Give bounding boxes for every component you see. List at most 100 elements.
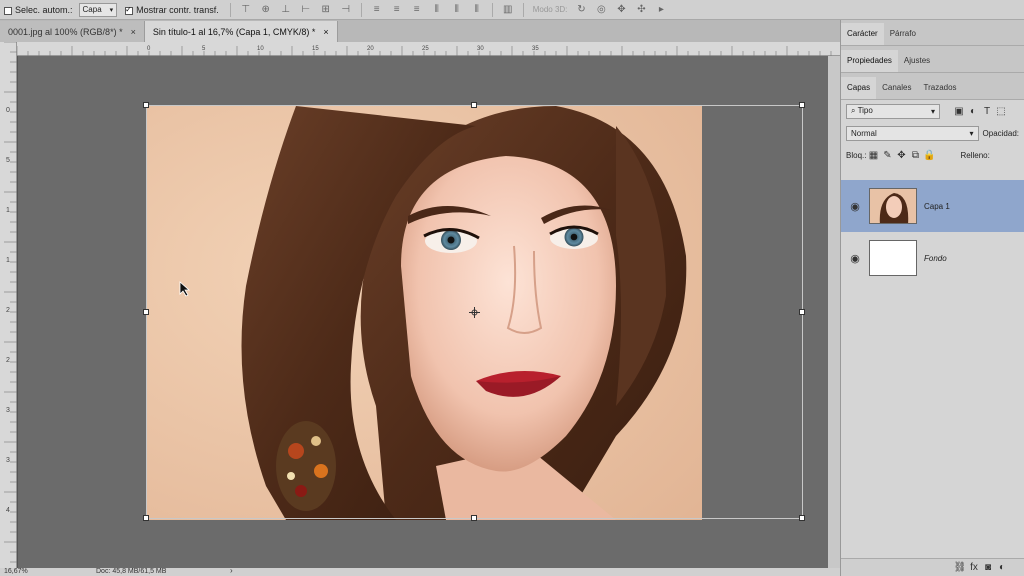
align-vertical-centers-icon[interactable]: ⊕ [259,4,273,16]
transform-handle-bottom-right[interactable] [799,515,805,521]
add-mask-icon[interactable]: ◙ [981,562,995,573]
lock-all-icon[interactable]: 🔒 [922,150,936,161]
layer-thumbnail [869,240,917,276]
ruler-label: 3 [6,457,10,464]
vertical-scrollbar[interactable] [828,56,840,568]
ruler-label: 30 [477,46,484,52]
scale-3d-icon[interactable]: ▸ [654,4,668,16]
options-bar: Selec. autom.: Capa ▾ Mostrar contr. tran… [0,0,1024,20]
lock-transparent-icon[interactable]: ▦ [866,150,880,161]
chevron-right-icon[interactable]: › [230,568,233,575]
transform-handle-top-right[interactable] [799,102,805,108]
distribute-vcenter-icon[interactable]: ≡ [390,4,404,16]
chevron-down-icon: ▾ [109,6,114,14]
show-transform-checkbox[interactable] [125,5,134,15]
auto-select-value: Capa [82,5,102,14]
tab-trazados[interactable]: Trazados [917,77,962,99]
distribute-hcenter-icon[interactable]: ⫴ [450,4,464,16]
layer-row-fondo[interactable]: ◉ Fondo [841,232,1024,284]
layer-thumbnail [869,188,917,224]
auto-align-icon[interactable]: ▥ [501,4,515,16]
tab-ajustes[interactable]: Ajustes [898,50,936,72]
ruler-label: 25 [422,46,429,52]
fx-icon[interactable]: fx [967,562,981,573]
tab-sin-titulo[interactable]: Sin título-1 al 16,7% (Capa 1, CMYK/8) *… [144,21,338,42]
panel-group-properties: Propiedades Ajustes [841,46,1024,73]
slide-3d-icon[interactable]: ✣ [634,4,648,16]
ruler-label: 15 [312,46,319,52]
drag-3d-icon[interactable]: ✥ [614,4,628,16]
vertical-ruler[interactable]: 0 5 1 1 2 2 3 3 4 [0,42,17,576]
divider [491,2,493,17]
tab-capas[interactable]: Capas [841,77,877,99]
auto-select-label: Selec. autom.: [15,4,73,15]
panel-group-character: Carácter Párrafo [841,20,1024,46]
rotate-3d-icon[interactable]: ↻ [574,4,588,16]
ruler-label: 5 [6,157,10,164]
image-filter-icon[interactable]: ▣ [952,106,966,117]
lock-position-icon[interactable]: ✥ [894,150,908,161]
auto-select-checkbox[interactable] [4,6,12,15]
tab-caracter[interactable]: Carácter [841,23,884,45]
zoom-level[interactable]: 16,67% [4,568,28,575]
transform-handle-bottom-center[interactable] [471,515,477,521]
layer-row-capa-1[interactable]: ◉ Capa 1 [841,180,1024,232]
auto-select-dropdown[interactable]: Capa ▾ [78,2,118,17]
distribute-left-icon[interactable]: ⫴ [430,4,444,16]
align-horizontal-centers-icon[interactable]: ⊞ [319,4,333,16]
ruler-label: 10 [257,46,264,52]
tab-parrafo[interactable]: Párrafo [884,23,922,45]
tab-canales[interactable]: Canales [876,77,917,99]
transform-handle-middle-left[interactable] [143,309,149,315]
adjustment-filter-icon[interactable]: ◐ [966,106,980,117]
mode-3d-label: Modo 3D: [532,5,568,14]
roll-3d-icon[interactable]: ◎ [594,4,608,16]
eye-icon[interactable]: ◉ [845,200,865,213]
tab-0001[interactable]: 0001.jpg al 100% (RGB/8*) * × [0,21,145,42]
divider [229,2,231,17]
layer-filter-dropdown[interactable]: ⌕ Tipo ▾ [846,103,940,119]
document-tab-bar: 0001.jpg al 100% (RGB/8*) * × Sin título… [0,20,840,42]
distribute-bottom-icon[interactable]: ≡ [410,4,424,16]
panel-group-layers: Capas Canales Trazados [841,73,1024,100]
filter-kind-value: Tipo [857,106,873,115]
divider [360,2,362,17]
fill-label: Relleno: [960,150,990,160]
horizontal-ruler[interactable]: 0 5 10 15 20 25 30 35 [17,42,840,56]
transform-handle-bottom-left[interactable] [143,515,149,521]
distribute-top-icon[interactable]: ≡ [370,4,384,16]
adjustment-layer-icon[interactable]: ◐ [995,562,1009,573]
layer-name: Capa 1 [924,201,950,211]
blend-mode-dropdown[interactable]: Normal ▾ [846,125,979,141]
transform-handle-top-left[interactable] [143,102,149,108]
ruler-label: 20 [367,46,374,52]
lock-artboard-icon[interactable]: ⧉ [908,150,922,161]
transform-handle-top-center[interactable] [471,102,477,108]
close-icon[interactable]: × [323,27,328,37]
chevron-down-icon: ▾ [930,106,935,116]
align-right-edges-icon[interactable]: ⊣ [339,4,353,16]
lock-label: Bloq.: [846,150,867,160]
type-filter-icon[interactable]: T [980,106,994,117]
chevron-down-icon: ▾ [969,128,974,138]
eye-icon[interactable]: ◉ [845,252,865,265]
align-bottom-edges-icon[interactable]: ⊥ [279,4,293,16]
align-left-edges-icon[interactable]: ⊢ [299,4,313,16]
link-layers-icon[interactable]: ⛓ [953,562,967,573]
reference-point-icon[interactable] [469,307,480,318]
shape-filter-icon[interactable]: ⬚ [994,106,1008,117]
divider [522,2,524,17]
ruler-ticks: 0 5 10 15 20 25 30 35 [17,46,832,56]
auto-select-option[interactable]: Selec. autom.: [4,5,73,15]
ruler-ticks: 0 5 1 1 2 2 3 3 4 [4,42,17,573]
close-icon[interactable]: × [131,27,136,37]
distribute-right-icon[interactable]: ⫴ [470,4,484,16]
layer-filter-row: ⌕ Tipo ▾ ▣ ◐ T ⬚ [841,100,1024,122]
show-transform-option[interactable]: Mostrar contr. transf. [125,5,219,15]
tab-propiedades[interactable]: Propiedades [841,50,898,72]
align-top-edges-icon[interactable]: ⊤ [239,4,253,16]
transform-handle-middle-right[interactable] [799,309,805,315]
ruler-label: 3 [6,407,10,414]
layer-name: Fondo [924,253,947,263]
lock-image-icon[interactable]: ✎ [880,150,894,161]
